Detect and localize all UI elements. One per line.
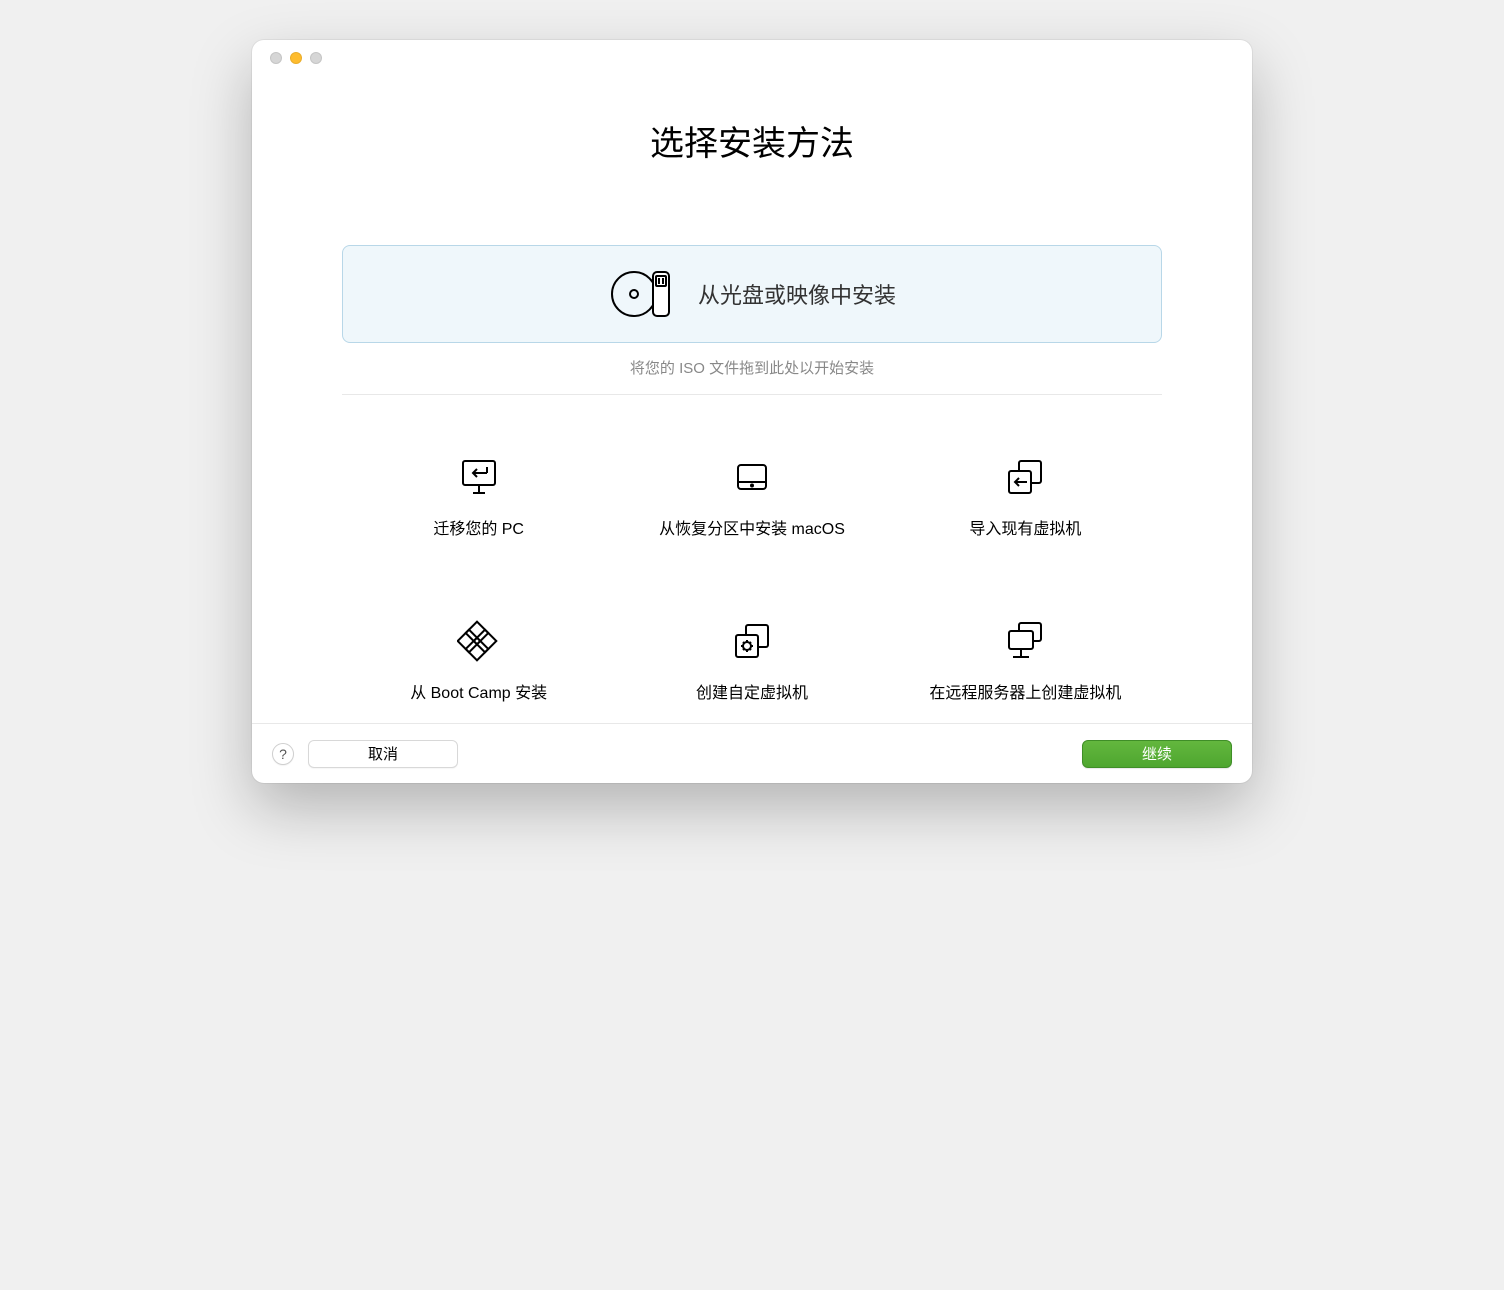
continue-button[interactable]: 继续 [1082,740,1232,768]
create-remote-vm-option[interactable]: 在远程服务器上创建虚拟机 [899,619,1152,703]
installer-window: 选择安装方法 从光盘或映像中安装 将您的 ISO 文件拖到此处以开始安装 [252,40,1252,783]
install-from-disc-or-image-option[interactable]: 从光盘或映像中安装 [342,245,1162,343]
create-custom-vm-option[interactable]: 创建自定虚拟机 [625,619,878,703]
option-label: 在远程服务器上创建虚拟机 [929,679,1121,703]
custom-vm-icon [730,619,774,663]
close-window-button[interactable] [270,52,282,64]
import-existing-vm-option[interactable]: 导入现有虚拟机 [899,455,1152,539]
divider [342,394,1162,395]
primary-option-label: 从光盘或映像中安装 [698,278,896,310]
titlebar [252,40,1252,76]
install-from-bootcamp-option[interactable]: 从 Boot Camp 安装 [352,619,605,703]
import-vm-icon [1003,455,1047,499]
option-label: 创建自定虚拟机 [696,679,808,703]
footer: ? 取消 继续 [252,723,1252,783]
option-label: 从 Boot Camp 安装 [410,679,547,703]
option-label: 导入现有虚拟机 [969,515,1081,539]
page-title: 选择安装方法 [342,116,1162,165]
maximize-window-button[interactable] [310,52,322,64]
option-label: 迁移您的 PC [433,515,524,539]
remote-vm-icon [1003,619,1047,663]
migrate-pc-option[interactable]: 迁移您的 PC [352,455,605,539]
disc-usb-icon [608,266,680,322]
content-area: 选择安装方法 从光盘或映像中安装 将您的 ISO 文件拖到此处以开始安装 [252,76,1252,723]
help-button[interactable]: ? [272,743,294,765]
cancel-button[interactable]: 取消 [308,740,458,768]
drag-iso-hint: 将您的 ISO 文件拖到此处以开始安装 [342,357,1162,378]
migrate-pc-icon [457,455,501,499]
secondary-options-grid: 迁移您的 PC 从恢复分区中安装 macOS [342,455,1162,703]
bootcamp-icon [457,619,501,663]
minimize-window-button[interactable] [290,52,302,64]
recovery-disk-icon [730,455,774,499]
install-macos-recovery-option[interactable]: 从恢复分区中安装 macOS [625,455,878,539]
option-label: 从恢复分区中安装 macOS [659,515,845,539]
